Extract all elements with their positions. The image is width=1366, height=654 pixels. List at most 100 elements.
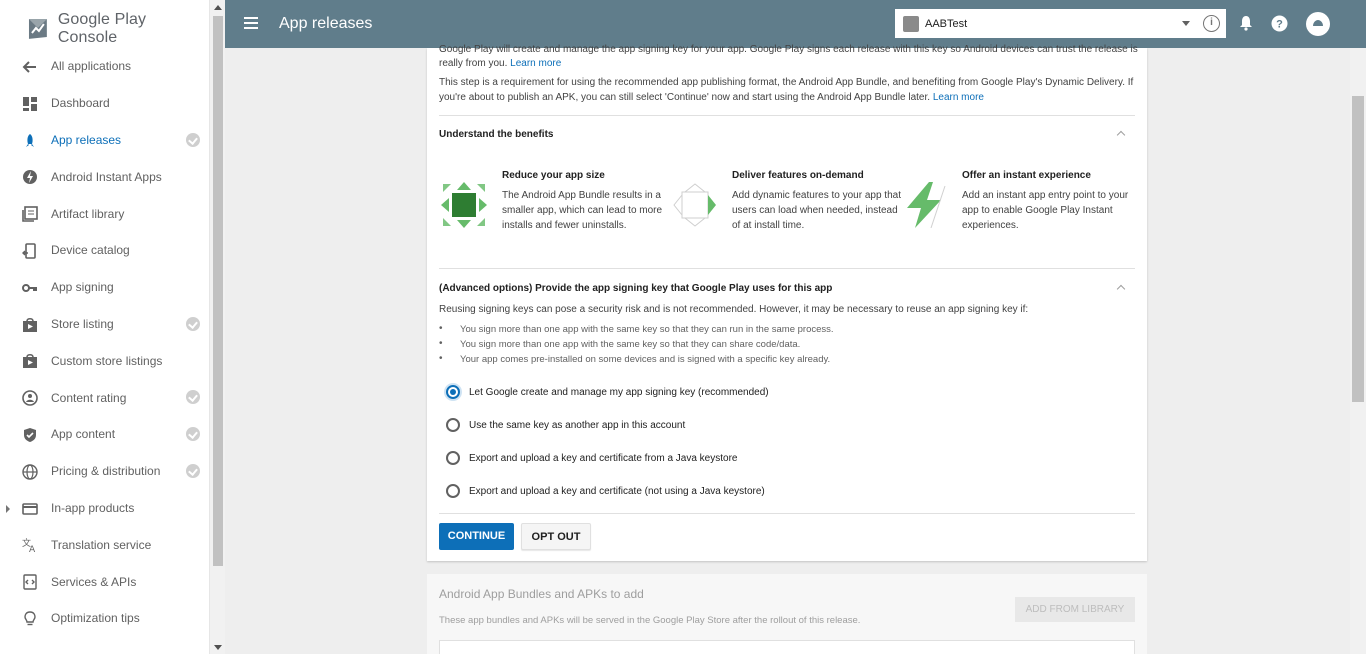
add-from-library-button[interactable]: ADD FROM LIBRARY: [1015, 597, 1135, 622]
reduce-size-icon: [441, 182, 487, 228]
sidebar-item-app-signing[interactable]: App signing: [0, 269, 209, 306]
brand-logo[interactable]: Google Play Console: [26, 11, 209, 47]
sidebar-item-translation-service[interactable]: 文 A Translation service: [0, 526, 209, 563]
main-scroll-thumb[interactable]: [1352, 96, 1364, 402]
divider: [439, 268, 1135, 269]
benefit-title-1: Reduce your app size: [502, 170, 605, 181]
sidebar-item-custom-store-listings[interactable]: Custom store listings: [0, 342, 209, 379]
chevron-down-icon[interactable]: [1182, 21, 1190, 26]
sidebar-item-content-rating[interactable]: Content rating: [0, 379, 209, 416]
sidebar-item-android-instant-apps[interactable]: Android Instant Apps: [0, 158, 209, 195]
bullet-dot: •: [439, 323, 443, 334]
svg-text:A: A: [29, 545, 36, 553]
sidebar-scrollbar[interactable]: [209, 0, 225, 654]
sidebar-item-label: App signing: [51, 280, 114, 295]
info-icon[interactable]: i: [1203, 15, 1220, 32]
arrow-back-icon: [22, 61, 36, 73]
radio-google-managed-key[interactable]: [446, 385, 460, 399]
globe-icon: [22, 464, 38, 480]
android-app-icon: [903, 15, 919, 32]
svg-text:?: ?: [1276, 19, 1283, 31]
scroll-up-arrow-icon[interactable]: [214, 5, 222, 10]
bullet-dot: •: [439, 338, 443, 349]
sidebar-item-label: Pricing & distribution: [51, 464, 161, 479]
scroll-down-arrow-icon[interactable]: [214, 645, 222, 650]
opt-out-button[interactable]: OPT OUT: [521, 523, 591, 550]
radio-label[interactable]: Export and upload a key and certificate …: [469, 486, 765, 497]
sidebar-item-services-apis[interactable]: Services & APIs: [0, 563, 209, 600]
sidebar-item-label: Custom store listings: [51, 353, 163, 368]
sidebar-item-label: Android Instant Apps: [51, 169, 162, 184]
intro-text-1b: really from you. Learn more: [439, 58, 562, 69]
benefit-desc-2: Add dynamic features to your app that us…: [732, 190, 901, 231]
app-selector[interactable]: AABTest i: [895, 9, 1226, 38]
expand-caret-icon[interactable]: [6, 504, 10, 513]
sidebar-item-label: All applications: [51, 59, 132, 74]
sidebar-nav: All applications Dashboard App releases And…: [0, 48, 209, 637]
benefit-title-3: Offer an instant experience: [962, 170, 1091, 181]
store-icon: [23, 354, 37, 369]
sidebar-item-label: Store listing: [51, 316, 114, 331]
chevron-up-icon[interactable]: [1116, 130, 1126, 140]
continue-button[interactable]: CONTINUE: [439, 523, 514, 550]
bullet-dot: •: [439, 353, 443, 364]
sidebar-item-store-listing[interactable]: Store listing: [0, 306, 209, 343]
sidebar-item-dashboard[interactable]: Dashboard: [0, 85, 209, 122]
advanced-description: Reusing signing keys can pose a security…: [439, 304, 1029, 315]
benefits-section-title[interactable]: Understand the benefits: [439, 129, 553, 140]
advanced-section-title[interactable]: (Advanced options) Provide the app signi…: [439, 283, 832, 294]
sidebar-item-all-applications[interactable]: All applications: [0, 48, 209, 85]
radio-java-keystore[interactable]: [446, 451, 460, 465]
sidebar-scroll-thumb[interactable]: [213, 16, 223, 566]
menu-icon[interactable]: [244, 17, 258, 29]
library-icon: [22, 206, 38, 222]
on-demand-icon: [673, 183, 716, 227]
sidebar-item-optimization-tips[interactable]: Optimization tips: [0, 600, 209, 637]
play-console-logo-icon: [28, 19, 47, 39]
card-icon: [22, 502, 38, 515]
sidebar-item-label: Content rating: [51, 390, 127, 405]
bundles-card: Android App Bundles and APKs to add Thes…: [427, 574, 1147, 654]
learn-more-link-2[interactable]: Learn more: [933, 92, 984, 103]
radio-non-java-keystore[interactable]: [446, 484, 460, 498]
top-app-bar: App releases AABTest i ?: [225, 0, 1366, 48]
app-signing-card: Google Play will create and manage the a…: [427, 44, 1147, 561]
sidebar-item-in-app-products[interactable]: In-app products: [0, 490, 209, 527]
sidebar-item-pricing-distribution[interactable]: Pricing & distribution: [0, 453, 209, 490]
sidebar-item-label: Optimization tips: [51, 611, 140, 626]
android-avatar-icon: [1313, 20, 1323, 26]
rocket-icon: [26, 133, 34, 147]
radio-label[interactable]: Export and upload a key and certificate …: [469, 453, 737, 464]
instant-experience-icon: [907, 182, 946, 228]
sidebar-item-app-releases[interactable]: App releases: [0, 122, 209, 159]
sidebar-item-artifact-library[interactable]: Artifact library: [0, 195, 209, 232]
brand-name: Google Play Console: [57, 11, 147, 46]
sidebar-item-label: In-app products: [51, 500, 135, 515]
radio-same-key[interactable]: [446, 418, 460, 432]
divider: [439, 115, 1135, 116]
api-icon: [23, 574, 37, 590]
benefit-title-2: Deliver features on-demand: [732, 170, 864, 181]
key-icon: [22, 283, 37, 292]
translate-icon: 文A: [22, 537, 36, 553]
check-circle-icon: [186, 426, 200, 441]
avatar[interactable]: [1306, 12, 1330, 36]
lightbulb-icon: [24, 611, 36, 626]
rating-icon: [22, 390, 38, 406]
sidebar: Google Play Console All applications Dash…: [0, 0, 209, 654]
divider: [439, 513, 1135, 514]
sidebar-item-label: Dashboard: [51, 96, 110, 111]
radio-label[interactable]: Use the same key as another app in this …: [469, 420, 685, 431]
learn-more-link-1[interactable]: Learn more: [510, 58, 561, 69]
sidebar-item-label: App releases: [51, 132, 122, 147]
chevron-up-icon[interactable]: [1116, 284, 1126, 294]
sidebar-item-app-content[interactable]: App content: [0, 416, 209, 453]
radio-label[interactable]: Let Google create and manage my app sign…: [469, 387, 769, 398]
help-icon[interactable]: ?: [1271, 15, 1288, 32]
bundles-title: Android App Bundles and APKs to add: [439, 587, 644, 601]
devices-icon: [22, 243, 36, 259]
check-circle-icon: [186, 132, 200, 147]
sidebar-item-device-catalog[interactable]: Device catalog: [0, 232, 209, 269]
main-scrollbar[interactable]: [1350, 48, 1366, 654]
bell-icon[interactable]: [1239, 15, 1253, 31]
